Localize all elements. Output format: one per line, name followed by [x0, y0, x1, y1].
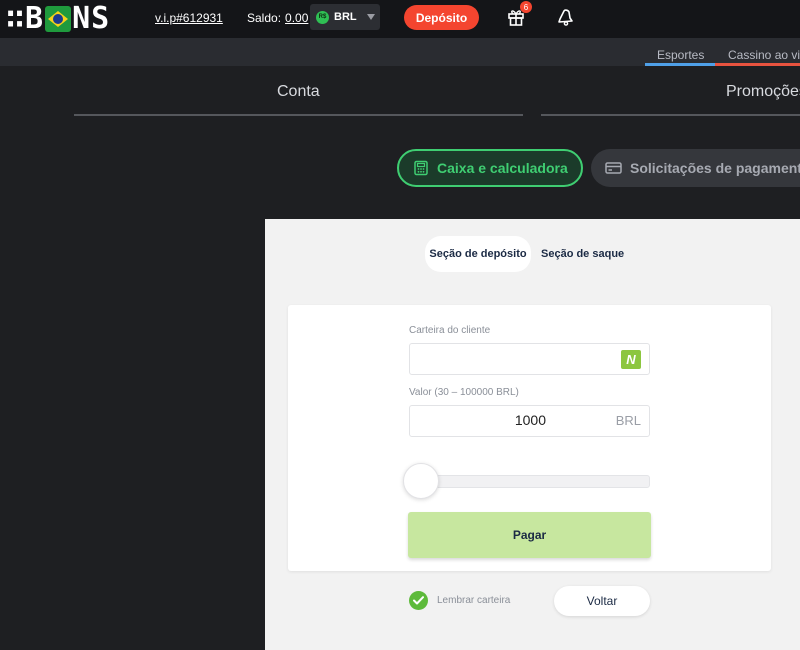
tab-deposit-section[interactable]: Seção de depósito [425, 236, 531, 272]
deposit-form: Carteira do cliente N Valor (30 – 100000… [288, 305, 771, 571]
amount-slider-track[interactable] [409, 475, 650, 488]
tab-promocoes[interactable]: Promoções [726, 83, 800, 101]
check-icon [413, 596, 424, 605]
notification-badge: 6 [520, 1, 532, 13]
logo-text-left: ∷B [6, 1, 45, 36]
currency-select[interactable]: R$ BRL [310, 4, 380, 30]
card-icon [605, 162, 622, 174]
back-button[interactable]: Voltar [554, 586, 650, 616]
top-bar: ∷B NS v.i.p#612931 Saldo: 0.00 R$ BRL Depó… [0, 0, 800, 38]
currency-coin-icon: R$ [316, 10, 329, 24]
currency-label: BRL [334, 11, 357, 23]
calculator-icon [414, 160, 428, 176]
wallet-label: Carteira do cliente [409, 325, 491, 336]
balance-value[interactable]: 0.00 [285, 11, 308, 25]
payment-requests-label: Solicitações de pagamento [630, 160, 800, 176]
tab-withdraw-section[interactable]: Seção de saque [541, 248, 624, 260]
remember-wallet-checkbox[interactable] [409, 591, 428, 610]
amount-value: 1000 [514, 412, 546, 428]
subnav-indicator-red [715, 63, 800, 66]
amount-input[interactable]: 1000 BRL [409, 405, 650, 437]
tab-underline [74, 114, 523, 116]
deposit-button[interactable]: Depósito [404, 5, 479, 30]
vip-account-link[interactable]: v.i.p#612931 [155, 11, 223, 25]
logo[interactable]: ∷B NS [6, 4, 110, 34]
wallet-input[interactable]: N [409, 343, 650, 375]
sub-nav: Esportes Cassino ao vivo [0, 38, 800, 66]
chevron-down-icon [366, 14, 375, 20]
balance-label: Saldo: [247, 11, 282, 25]
cashier-panel: Seção de depósito Seção de saque Carteir… [265, 219, 800, 650]
brazil-flag-icon [45, 6, 72, 32]
amount-label: Valor (30 – 100000 BRL) [409, 387, 519, 398]
cashier-calculator-button[interactable]: Caixa e calculadora [397, 149, 583, 187]
amount-currency: BRL [615, 413, 641, 428]
subnav-indicator-blue [645, 63, 715, 66]
tab-underline [541, 114, 800, 116]
pay-button[interactable]: Pagar [408, 512, 651, 558]
subnav-item-cassino[interactable]: Cassino ao vivo [728, 48, 800, 62]
tab-conta[interactable]: Conta [277, 83, 320, 101]
cashier-calculator-label: Caixa e calculadora [437, 160, 568, 176]
bell-icon[interactable] [556, 8, 574, 26]
neteller-icon: N [621, 350, 641, 369]
amount-slider-handle[interactable] [403, 463, 439, 499]
subnav-item-esportes[interactable]: Esportes [657, 48, 704, 62]
logo-text-right: NS [72, 1, 111, 36]
payment-requests-button[interactable]: Solicitações de pagamento [591, 149, 800, 187]
balance: Saldo: 0.00 [247, 11, 308, 25]
remember-wallet-label: Lembrar carteira [437, 595, 511, 606]
